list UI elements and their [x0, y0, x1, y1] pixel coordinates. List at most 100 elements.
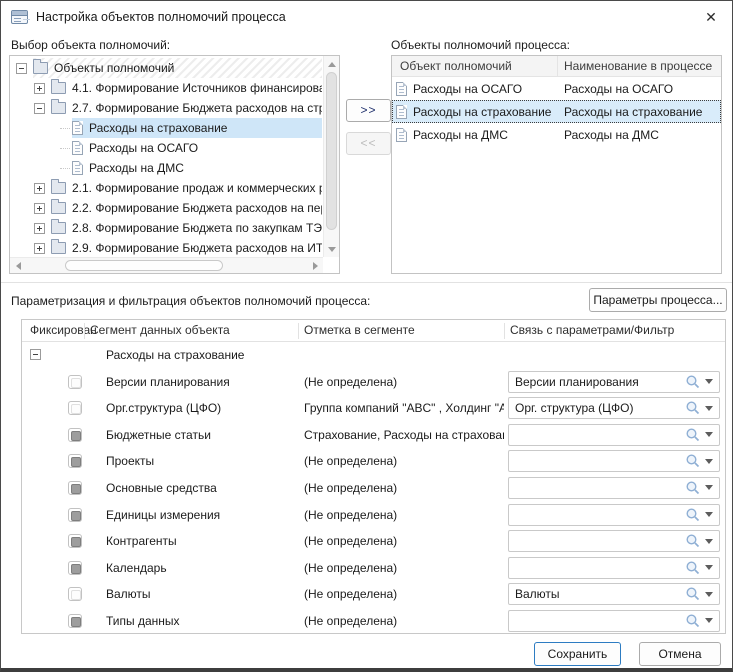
parameter-link-field[interactable] — [508, 477, 720, 499]
parameter-link-field[interactable] — [508, 610, 720, 632]
fixed-checkbox[interactable] — [68, 614, 82, 628]
fixed-checkbox[interactable] — [68, 534, 82, 548]
expand-icon[interactable] — [34, 223, 45, 234]
parameter-link-field[interactable]: Орг. структура (ЦФО) — [508, 397, 720, 419]
column-header-name[interactable]: Наименование в процессе — [558, 59, 712, 73]
fixed-checkbox[interactable] — [68, 481, 82, 495]
tree-item[interactable]: 4.1. Формирование Источников финансирова… — [11, 78, 322, 98]
search-icon[interactable] — [685, 374, 701, 390]
fixed-checkbox[interactable] — [68, 428, 82, 442]
dropdown-arrow-icon[interactable] — [705, 432, 713, 441]
cancel-button[interactable]: Отмена — [639, 642, 721, 666]
search-icon[interactable] — [685, 427, 701, 443]
tree-item[interactable]: 2.2. Формирование Бюджета расходов на пе… — [11, 198, 322, 218]
tree-item[interactable]: 2.8. Формирование Бюджета по закупкам ТЭ… — [11, 218, 322, 238]
fixed-checkbox[interactable] — [68, 401, 82, 415]
search-icon[interactable] — [685, 453, 701, 469]
parameter-link-field[interactable] — [508, 557, 720, 579]
collapse-icon[interactable] — [30, 349, 41, 360]
parameter-link-field[interactable]: Версии планирования — [508, 371, 720, 393]
search-icon[interactable] — [685, 560, 701, 576]
segment-label: Валюты — [106, 587, 151, 601]
parameter-link-field[interactable] — [508, 424, 720, 446]
dropdown-arrow-icon[interactable] — [705, 618, 713, 627]
dropdown-arrow-icon[interactable] — [705, 459, 713, 468]
grid-row: Основные средства (Не определена) — [22, 475, 725, 502]
tree-item[interactable]: 2.9. Формирование Бюджета расходов на ИТ… — [11, 238, 322, 256]
column-header-link[interactable]: Связь с параметрами/Фильтр — [510, 323, 674, 337]
dropdown-arrow-icon[interactable] — [705, 512, 713, 521]
parameters-grid: Фиксирован Сегмент данных объекта Отметк… — [21, 319, 726, 634]
dropdown-arrow-icon[interactable] — [705, 406, 713, 415]
scrollbar-thumb[interactable] — [326, 72, 337, 230]
expand-icon[interactable] — [34, 83, 45, 94]
document-icon — [72, 121, 83, 135]
list-item-selected[interactable]: Расходы на страхование Расходы на страхо… — [392, 100, 721, 123]
scroll-down-icon[interactable] — [324, 241, 340, 257]
scroll-right-icon[interactable] — [307, 258, 323, 274]
scroll-up-icon[interactable] — [324, 56, 340, 72]
column-header-fixed[interactable]: Фиксирован — [30, 323, 97, 337]
expand-icon[interactable] — [34, 243, 45, 254]
scrollbar-thumb[interactable] — [65, 260, 223, 271]
fixed-checkbox[interactable] — [68, 508, 82, 522]
close-icon[interactable]: ✕ — [702, 8, 720, 26]
segment-mark: (Не определена) — [304, 534, 504, 548]
process-parameters-button[interactable]: Параметры процесса... — [589, 288, 727, 312]
grid-row: Валюты (Не определена) Валюты — [22, 581, 725, 608]
collapse-icon[interactable] — [34, 103, 45, 114]
column-header-segment[interactable]: Сегмент данных объекта — [90, 323, 230, 337]
tree-item-root[interactable]: Объекты полномочий — [11, 58, 322, 78]
list-item[interactable]: Расходы на ДМС Расходы на ДМС — [392, 123, 721, 146]
grid-row: Орг.структура (ЦФО) Группа компаний "ABC… — [22, 395, 725, 422]
tree-horizontal-scrollbar[interactable] — [10, 257, 323, 273]
search-icon[interactable] — [685, 400, 701, 416]
dropdown-arrow-icon[interactable] — [705, 485, 713, 494]
save-button[interactable]: Сохранить — [534, 642, 621, 666]
list-header: Объект полномочий Наименование в процесс… — [392, 56, 721, 77]
window-icon — [11, 10, 28, 24]
fixed-checkbox[interactable] — [68, 375, 82, 389]
parameter-link-field[interactable] — [508, 450, 720, 472]
left-panel-label: Выбор объекта полномочий: — [11, 38, 170, 52]
tree-item[interactable]: 2.1. Формирование продаж и коммерческих … — [11, 178, 322, 198]
fixed-checkbox[interactable] — [68, 454, 82, 468]
tree-item[interactable]: Расходы на ДМС — [11, 158, 322, 178]
search-icon[interactable] — [685, 586, 701, 602]
tree-connector — [60, 148, 70, 149]
segment-mark: (Не определена) — [304, 375, 504, 389]
grid-row: Единицы измерения (Не определена) — [22, 502, 725, 529]
search-icon[interactable] — [685, 507, 701, 523]
window-title: Настройка объектов полномочий процесса — [36, 10, 286, 24]
segment-label: Основные средства — [106, 481, 217, 495]
tree-item[interactable]: Расходы на ОСАГО — [11, 138, 322, 158]
collapse-icon[interactable] — [16, 63, 27, 74]
dropdown-arrow-icon[interactable] — [705, 379, 713, 388]
grid-group-row[interactable]: Расходы на страхование — [22, 342, 725, 369]
move-left-button[interactable]: << — [346, 132, 391, 155]
expand-icon[interactable] — [34, 183, 45, 194]
list-item[interactable]: Расходы на ОСАГО Расходы на ОСАГО — [392, 77, 721, 100]
segment-mark: (Не определена) — [304, 561, 504, 575]
move-right-button[interactable]: >> — [346, 99, 391, 122]
parameter-link-field[interactable]: Валюты — [508, 583, 720, 605]
tree-item-selected[interactable]: Расходы на страхование — [11, 118, 322, 138]
search-icon[interactable] — [685, 480, 701, 496]
fixed-checkbox[interactable] — [68, 587, 82, 601]
dropdown-arrow-icon[interactable] — [705, 565, 713, 574]
column-header-object[interactable]: Объект полномочий — [392, 56, 558, 76]
column-header-mark[interactable]: Отметка в сегменте — [304, 323, 415, 337]
tree-vertical-scrollbar[interactable] — [323, 56, 339, 257]
grid-row: Типы данных (Не определена) — [22, 608, 725, 634]
parameter-link-field[interactable] — [508, 504, 720, 526]
scroll-left-icon[interactable] — [10, 258, 26, 274]
fixed-checkbox[interactable] — [68, 561, 82, 575]
tree-item[interactable]: 2.7. Формирование Бюджета расходов на ст… — [11, 98, 322, 118]
dropdown-arrow-icon[interactable] — [705, 592, 713, 601]
dropdown-arrow-icon[interactable] — [705, 539, 713, 548]
expand-icon[interactable] — [34, 203, 45, 214]
title-bar: Настройка объектов полномочий процесса ✕ — [1, 1, 732, 33]
parameter-link-field[interactable] — [508, 530, 720, 552]
search-icon[interactable] — [685, 533, 701, 549]
search-icon[interactable] — [685, 613, 701, 629]
